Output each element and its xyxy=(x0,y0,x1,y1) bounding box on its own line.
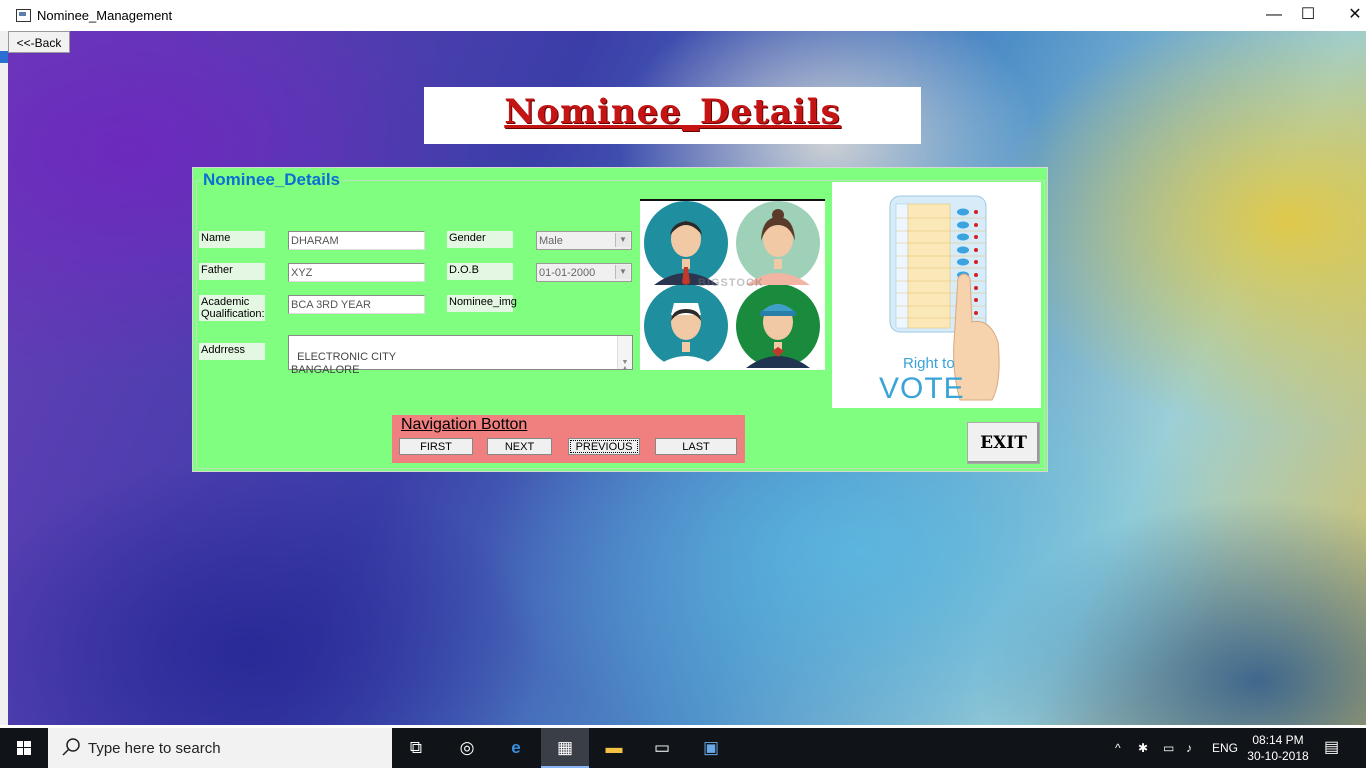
father-label: Father xyxy=(199,263,265,280)
back-button[interactable]: <<-Back xyxy=(8,31,70,53)
calendar-dropdown-icon[interactable]: ▼ xyxy=(615,265,630,279)
gender-value: Male xyxy=(539,235,563,247)
maximize-button[interactable]: ☐ xyxy=(1285,0,1331,31)
scroll-down-icon[interactable]: ▼ xyxy=(618,356,632,369)
taskbar: Type here to search ⧉ ◎ e ▦ ▬ ▭ ▣ ^ ✱ ▭ … xyxy=(0,728,1366,768)
navigation-group: Navigation Botton FIRST NEXT PREVIOUS LA… xyxy=(392,415,745,463)
address-scrollbar[interactable]: ▲ ▼ xyxy=(617,336,632,372)
window-title: Nominee_Management xyxy=(37,8,173,23)
search-placeholder: Type here to search xyxy=(88,740,221,757)
name-label: Name xyxy=(199,231,265,248)
address-field[interactable]: ELECTRONIC CITY BANGALORE ▲ ▼ xyxy=(288,335,633,376)
dob-picker[interactable]: 01-01-2000 ▼ xyxy=(536,263,632,282)
father-field[interactable]: XYZ xyxy=(288,263,425,282)
start-button[interactable] xyxy=(0,728,48,768)
nominee-img-label: Nominee_img xyxy=(447,295,517,312)
file-explorer-icon[interactable]: ▬ xyxy=(590,728,638,768)
page-banner: Nominee_Details xyxy=(424,87,921,144)
exit-button[interactable]: EXIT xyxy=(967,422,1040,464)
right-to-vote-image: Right to VOTE xyxy=(832,182,1041,408)
taskbar-search-box[interactable]: Type here to search xyxy=(48,728,392,768)
title-bar: Nominee_Management — ☐ ✕ xyxy=(0,0,1366,32)
gender-select[interactable]: Male ▼ xyxy=(536,231,632,250)
dob-value: 01-01-2000 xyxy=(539,267,596,279)
window-app-icon[interactable]: ▣ xyxy=(687,728,735,768)
next-button[interactable]: NEXT xyxy=(487,438,552,455)
volume-icon[interactable]: ♪ xyxy=(1186,728,1192,768)
taskbar-clock[interactable]: 08:14 PM 30-10-2018 xyxy=(1238,732,1318,764)
windows-logo-icon xyxy=(17,741,31,755)
image-watermark: BIGSTOCK xyxy=(698,277,764,289)
clock-time: 08:14 PM xyxy=(1252,733,1304,747)
nominee-image: BIGSTOCK xyxy=(640,199,825,370)
close-button[interactable]: ✕ xyxy=(1332,0,1366,31)
vote-caption-big: VOTE xyxy=(879,372,965,405)
dob-label: D.O.B xyxy=(447,263,513,280)
cortana-icon[interactable]: ◎ xyxy=(443,728,491,768)
command-prompt-icon[interactable]: ▭ xyxy=(638,728,686,768)
search-icon xyxy=(62,738,80,756)
network-icon[interactable]: ✱ xyxy=(1138,728,1148,768)
battery-icon[interactable]: ▭ xyxy=(1163,728,1174,768)
vote-caption-small: Right to xyxy=(903,355,955,372)
clock-date: 30-10-2018 xyxy=(1247,749,1309,763)
academic-label: Academic Qualification: xyxy=(199,295,265,321)
show-hidden-icons-icon[interactable]: ^ xyxy=(1115,728,1121,768)
notifications-icon[interactable]: ▤ xyxy=(1324,728,1339,768)
page-title: Nominee_Details xyxy=(504,92,841,132)
running-app-icon[interactable]: ▦ xyxy=(541,728,589,768)
address-label: Addrress xyxy=(199,343,265,360)
chevron-down-icon[interactable]: ▼ xyxy=(615,233,630,247)
last-button[interactable]: LAST xyxy=(655,438,737,455)
name-field[interactable]: DHARAM xyxy=(288,231,425,250)
language-indicator[interactable]: ENG xyxy=(1212,728,1238,768)
first-button[interactable]: FIRST xyxy=(399,438,473,455)
edge-browser-icon[interactable]: e xyxy=(492,728,540,768)
academic-field[interactable]: BCA 3RD YEAR xyxy=(288,295,425,314)
app-icon xyxy=(16,9,31,22)
gender-label: Gender xyxy=(447,231,513,248)
task-view-icon[interactable]: ⧉ xyxy=(392,728,440,768)
left-edge xyxy=(0,31,8,725)
group-title: Nominee_Details xyxy=(201,170,342,190)
navigation-title: Navigation Botton xyxy=(401,416,528,433)
previous-button[interactable]: PREVIOUS xyxy=(568,438,640,455)
